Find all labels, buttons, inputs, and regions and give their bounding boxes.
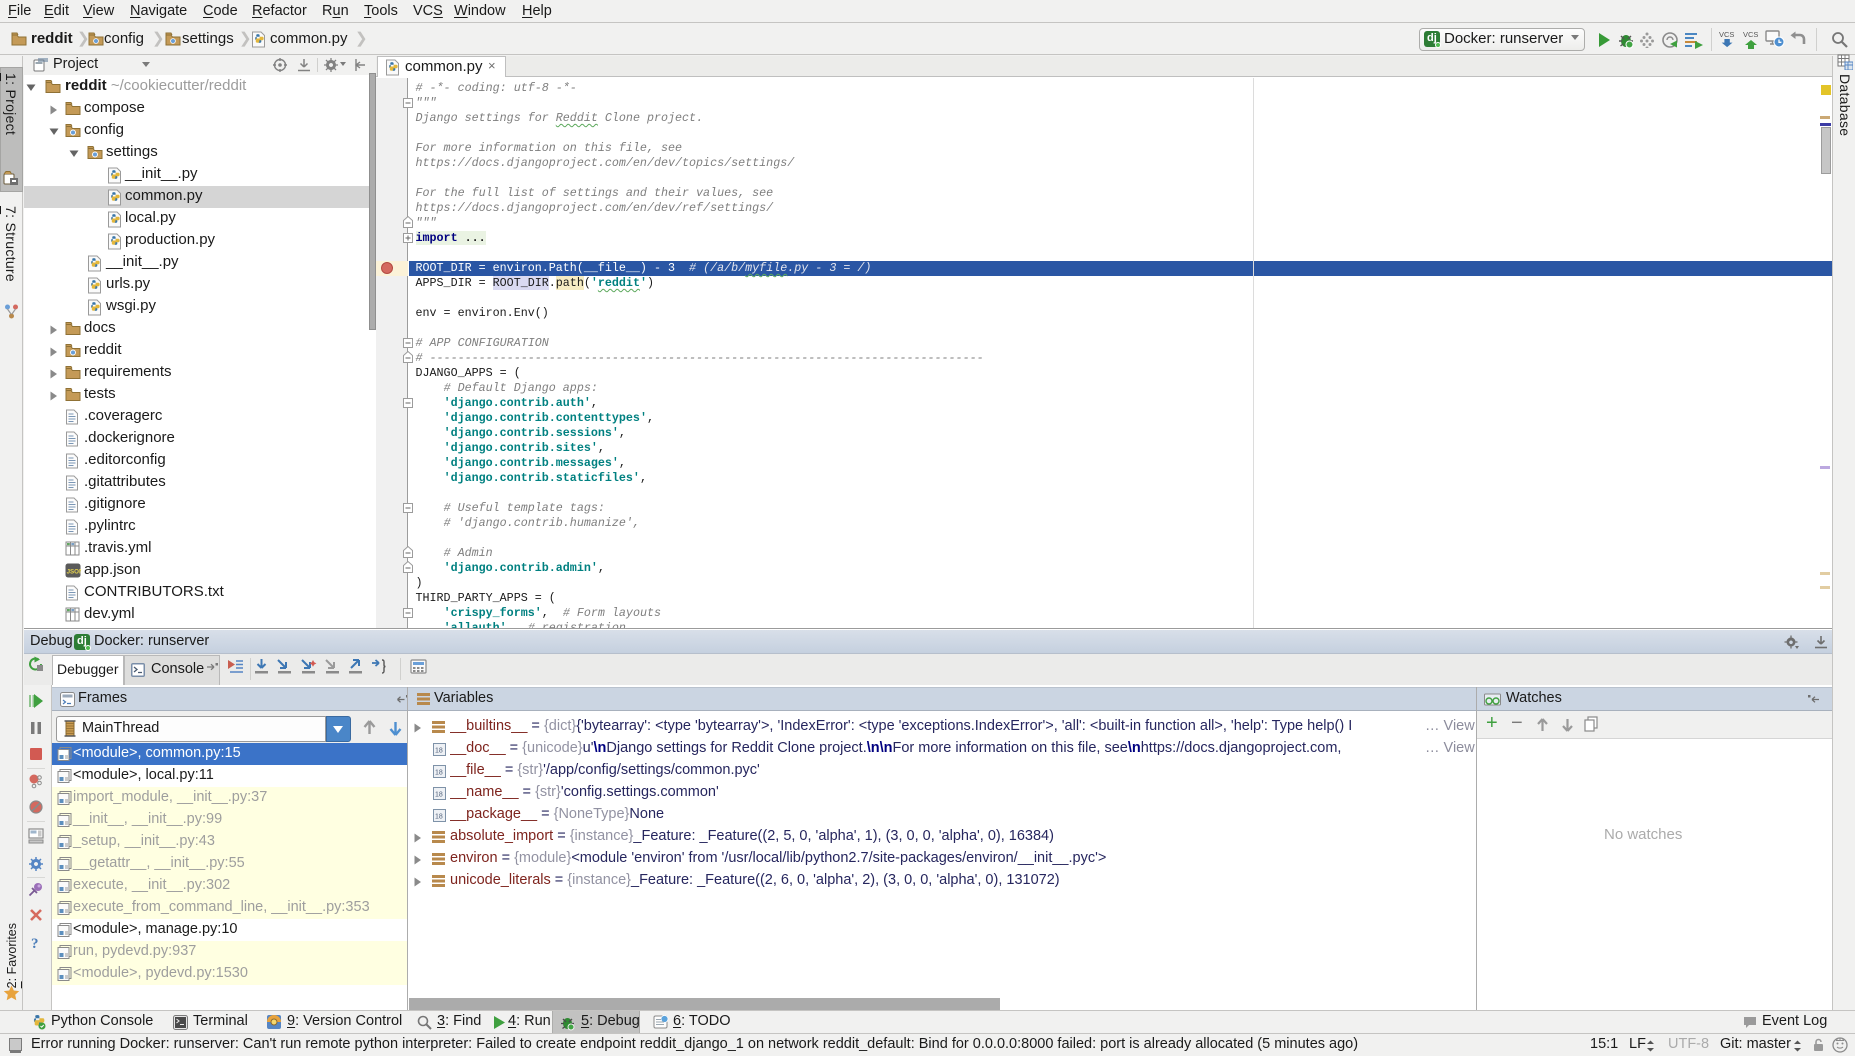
svg-text:?: ? [31,936,39,950]
svg-text:VCS: VCS [1743,30,1758,39]
svg-text:JSON: JSON [67,569,81,576]
svg-text:18: 18 [435,792,443,799]
svg-text:18: 18 [435,748,443,755]
svg-text:VCS: VCS [1719,30,1734,39]
svg-text:18: 18 [435,814,443,821]
svg-text:18: 18 [435,770,443,777]
